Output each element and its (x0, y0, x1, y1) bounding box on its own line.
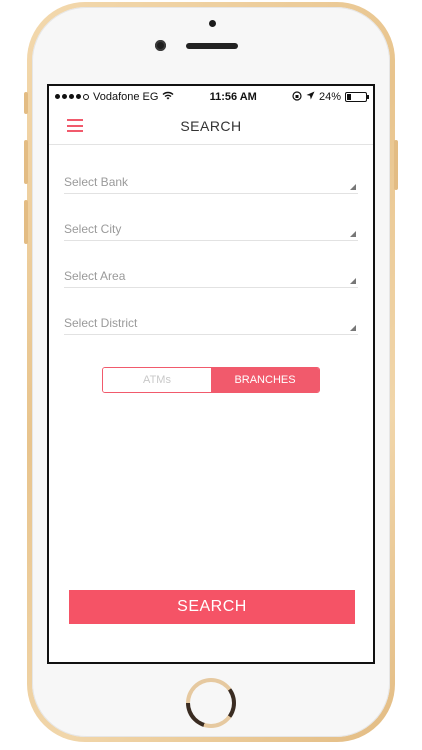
signal-dot (62, 94, 67, 99)
select-district-placeholder: Select District (64, 316, 138, 330)
select-bank[interactable]: Select Bank (64, 161, 358, 194)
page-title: SEARCH (180, 118, 242, 134)
menu-line (67, 130, 83, 132)
power-button (394, 140, 398, 190)
toggle-atms[interactable]: ATMs (103, 368, 211, 392)
dropdown-caret-icon (350, 184, 356, 190)
home-button[interactable] (186, 678, 236, 728)
battery-percent: 24% (318, 91, 341, 103)
menu-icon[interactable] (67, 119, 83, 132)
wifi-icon (162, 91, 174, 103)
dropdown-caret-icon (350, 231, 356, 237)
dropdown-caret-icon (350, 278, 356, 284)
select-area-placeholder: Select Area (64, 269, 126, 283)
select-district[interactable]: Select District (64, 302, 358, 335)
select-city[interactable]: Select City (64, 208, 358, 241)
search-button[interactable]: SEARCH (69, 590, 355, 624)
select-area[interactable]: Select Area (64, 255, 358, 288)
atm-branch-toggle: ATMs BRANCHES (102, 367, 320, 393)
volume-up-button (24, 140, 28, 184)
volume-down-button (24, 200, 28, 244)
menu-line (67, 124, 83, 127)
earpiece-speaker (186, 43, 238, 49)
select-bank-placeholder: Select Bank (64, 175, 129, 189)
status-right: 24% (292, 90, 369, 104)
menu-line (67, 119, 83, 121)
proximity-sensor (209, 20, 216, 27)
carrier-name: Vodafone EG (93, 91, 159, 103)
app-screen: Vodafone EG 11:56 AM 24% SEARCH Select B… (47, 84, 375, 664)
battery-icon (345, 92, 369, 102)
location-arrow-icon (306, 91, 315, 103)
nav-bar: SEARCH (49, 108, 373, 145)
dropdown-caret-icon (350, 325, 356, 331)
status-time: 11:56 AM (209, 91, 257, 103)
status-left: Vodafone EG (55, 91, 174, 103)
signal-dot-empty (83, 94, 89, 100)
signal-dot (76, 94, 81, 99)
rotation-lock-icon (292, 90, 302, 104)
mute-switch (24, 92, 28, 114)
signal-dot (55, 94, 60, 99)
toggle-branches[interactable]: BRANCHES (211, 368, 319, 392)
front-camera (155, 40, 166, 51)
select-city-placeholder: Select City (64, 222, 122, 236)
signal-icon (55, 94, 89, 100)
status-bar: Vodafone EG 11:56 AM 24% (49, 86, 373, 108)
signal-dot (69, 94, 74, 99)
search-form: Select Bank Select City Select Area Sele… (49, 145, 373, 393)
